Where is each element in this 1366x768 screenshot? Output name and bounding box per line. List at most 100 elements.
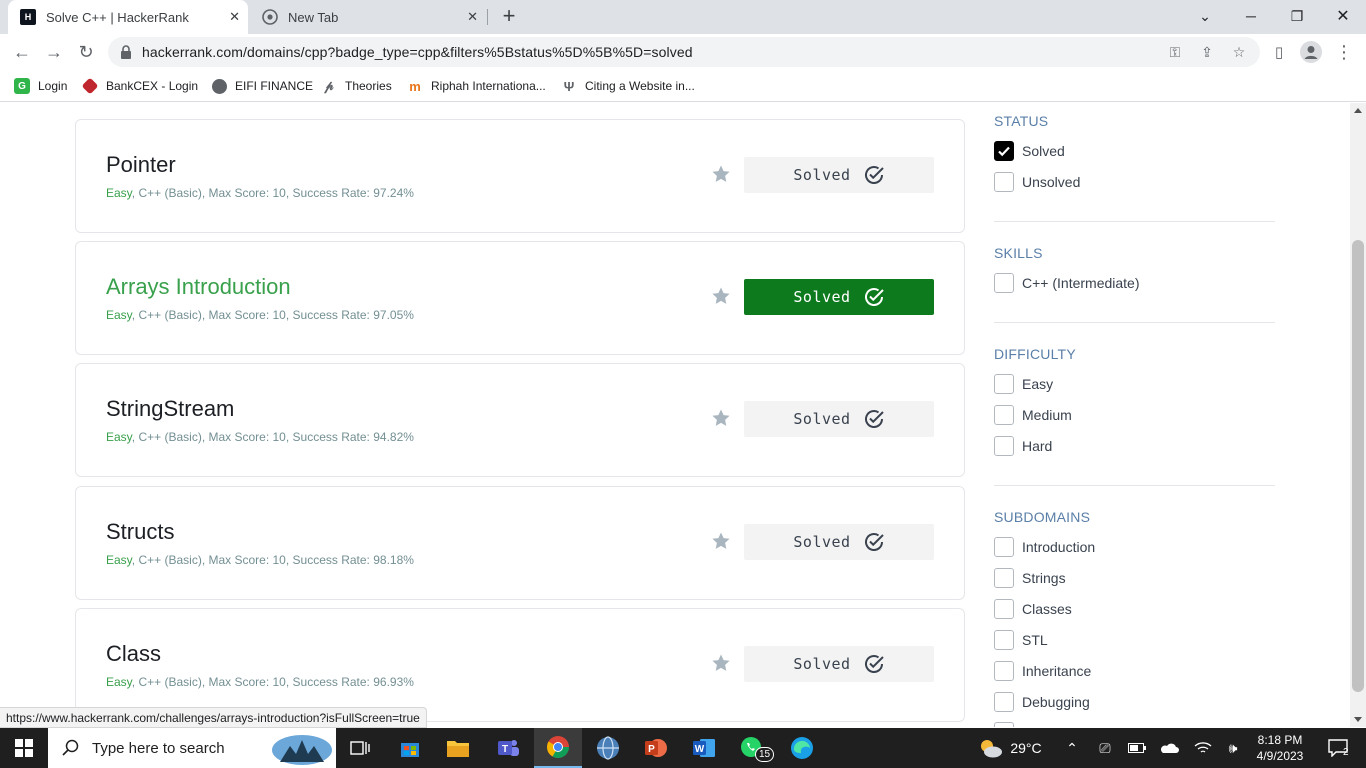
filter-subdomain-strings[interactable]: Strings xyxy=(994,567,1066,589)
solved-button[interactable]: Solved xyxy=(744,401,934,437)
checkbox[interactable] xyxy=(994,630,1014,650)
profile-avatar-icon[interactable] xyxy=(1298,39,1324,65)
bookmark-star-icon[interactable] xyxy=(711,408,731,428)
filter-subdomain-introduction[interactable]: Introduction xyxy=(994,536,1095,558)
filter-subdomain-debugging[interactable]: Debugging xyxy=(994,691,1090,713)
onedrive-cloud-icon[interactable] xyxy=(1158,728,1180,768)
bookmark-citing[interactable]: Ψ Citing a Website in... xyxy=(561,76,695,96)
new-tab-icon[interactable]: + xyxy=(498,5,520,28)
checkbox[interactable] xyxy=(994,661,1014,681)
filter-difficulty-medium[interactable]: Medium xyxy=(994,404,1072,426)
solved-button[interactable]: Solved xyxy=(744,157,934,193)
bookmark-riphah[interactable]: m Riphah Internationa... xyxy=(407,76,546,96)
filter-skill-cpp-intermediate[interactable]: C++ (Intermediate) xyxy=(994,272,1140,294)
wifi-icon[interactable] xyxy=(1192,728,1214,768)
filter-subdomain-classes[interactable]: Classes xyxy=(994,598,1072,620)
solved-button[interactable]: Solved xyxy=(744,524,934,560)
meet-now-icon[interactable]: ⎚ xyxy=(1094,728,1116,768)
tab-hackerrank[interactable]: H Solve C++ | HackerRank ✕ xyxy=(8,0,248,34)
minimize-icon[interactable]: ─ xyxy=(1228,0,1274,32)
forward-icon[interactable]: → xyxy=(41,39,67,65)
checkbox[interactable] xyxy=(994,537,1014,557)
bookmark-bankcex[interactable]: BankCEX - Login xyxy=(81,76,198,96)
bookmark-star-icon[interactable] xyxy=(711,164,731,184)
tab-new-tab[interactable]: New Tab ✕ xyxy=(250,0,486,34)
back-icon[interactable]: ← xyxy=(9,39,35,65)
scroll-down-arrow-icon[interactable] xyxy=(1354,717,1362,722)
taskbar-search-box[interactable]: Type here to search xyxy=(48,728,336,768)
filter-status-unsolved[interactable]: Unsolved xyxy=(994,171,1080,193)
bookmark-star-icon[interactable] xyxy=(711,653,731,673)
close-window-icon[interactable]: ✕ xyxy=(1320,0,1366,32)
checkbox[interactable] xyxy=(994,436,1014,456)
challenge-title[interactable]: Class xyxy=(106,641,161,667)
challenge-title[interactable]: Pointer xyxy=(106,152,176,178)
challenge-card[interactable]: Pointer Easy, C++ (Basic), Max Score: 10… xyxy=(75,119,965,233)
challenge-title[interactable]: StringStream xyxy=(106,396,234,422)
challenge-card[interactable]: Class Easy, C++ (Basic), Max Score: 10, … xyxy=(75,608,965,722)
bookmark-eifi[interactable]: EIFI FINANCE xyxy=(212,76,313,96)
checkbox[interactable] xyxy=(994,273,1014,293)
page-scrollbar[interactable] xyxy=(1350,103,1366,727)
globe-icon xyxy=(212,78,227,94)
checkbox[interactable] xyxy=(994,374,1014,394)
microsoft-store-icon[interactable] xyxy=(386,728,434,768)
bookmark-star-icon[interactable] xyxy=(711,286,731,306)
checkbox[interactable] xyxy=(994,172,1014,192)
edge-icon[interactable] xyxy=(778,728,826,768)
bookmark-login[interactable]: G Login xyxy=(14,76,67,96)
tab-strip: H Solve C++ | HackerRank ✕ New Tab ✕ + ⌄… xyxy=(0,0,1366,34)
word-icon[interactable]: W xyxy=(680,728,728,768)
checkbox[interactable] xyxy=(994,692,1014,712)
challenge-card[interactable]: Arrays Introduction Easy, C++ (Basic), M… xyxy=(75,241,965,355)
chrome-taskbar-icon[interactable] xyxy=(534,728,582,768)
link-status-bar: https://www.hackerrank.com/challenges/ar… xyxy=(0,707,427,728)
whatsapp-icon[interactable]: 15 xyxy=(728,728,776,768)
windows-start-icon[interactable] xyxy=(0,728,48,768)
app-globe-icon[interactable] xyxy=(584,728,632,768)
share-icon[interactable]: ⇪ xyxy=(1198,43,1216,61)
solved-button[interactable]: Solved xyxy=(744,646,934,682)
checkbox-checked[interactable] xyxy=(994,141,1014,161)
close-tab-icon[interactable]: ✕ xyxy=(229,9,240,25)
notifications-icon[interactable]: 2 xyxy=(1318,728,1358,768)
checkbox[interactable] xyxy=(994,568,1014,588)
checkbox[interactable] xyxy=(994,599,1014,619)
bookmark-theories[interactable]: 𝓅 Theories xyxy=(321,76,391,96)
bookmark-star-icon[interactable]: ☆ xyxy=(1230,43,1248,61)
powerpoint-icon[interactable]: P xyxy=(632,728,680,768)
challenge-card[interactable]: StringStream Easy, C++ (Basic), Max Scor… xyxy=(75,363,965,477)
tab-title: New Tab xyxy=(288,9,339,25)
scrollbar-thumb[interactable] xyxy=(1352,240,1364,692)
clock[interactable]: 8:18 PM 4/9/2023 xyxy=(1248,728,1312,768)
challenge-title[interactable]: Structs xyxy=(106,519,174,545)
menu-kebab-icon[interactable]: ⋮ xyxy=(1331,39,1357,65)
filter-difficulty-hard[interactable]: Hard xyxy=(994,435,1052,457)
address-bar[interactable]: hackerrank.com/domains/cpp?badge_type=cp… xyxy=(108,37,1260,67)
volume-icon[interactable]: 🕪 xyxy=(1222,728,1244,768)
file-explorer-icon[interactable] xyxy=(434,728,482,768)
show-hidden-icons-chevron-icon[interactable]: ⌃ xyxy=(1062,728,1082,768)
battery-icon[interactable] xyxy=(1126,728,1148,768)
key-icon[interactable]: ⚿ xyxy=(1166,43,1184,61)
challenge-card[interactable]: Structs Easy, C++ (Basic), Max Score: 10… xyxy=(75,486,965,600)
checkbox-partial[interactable] xyxy=(994,722,1014,727)
scroll-up-arrow-icon[interactable] xyxy=(1354,108,1362,113)
weather-widget[interactable]: 29°C xyxy=(974,728,1046,768)
filter-subdomain-stl[interactable]: STL xyxy=(994,629,1048,651)
bookmark-star-icon[interactable] xyxy=(711,531,731,551)
filter-status-solved[interactable]: Solved xyxy=(994,140,1065,162)
tab-search-chevron-icon[interactable]: ⌄ xyxy=(1182,0,1228,32)
restore-icon[interactable]: ❐ xyxy=(1274,0,1320,32)
checkbox[interactable] xyxy=(994,405,1014,425)
reload-icon[interactable]: ↻ xyxy=(73,39,99,65)
teams-icon[interactable]: T xyxy=(484,728,532,768)
filter-subdomain-inheritance[interactable]: Inheritance xyxy=(994,660,1091,682)
filter-label: Introduction xyxy=(1022,539,1096,555)
side-panel-icon[interactable]: ▯ xyxy=(1266,39,1292,65)
task-view-icon[interactable] xyxy=(336,728,384,768)
filter-difficulty-easy[interactable]: Easy xyxy=(994,373,1053,395)
solved-button[interactable]: Solved xyxy=(744,279,934,315)
close-tab-icon[interactable]: ✕ xyxy=(467,9,478,25)
challenge-title[interactable]: Arrays Introduction xyxy=(106,274,291,300)
